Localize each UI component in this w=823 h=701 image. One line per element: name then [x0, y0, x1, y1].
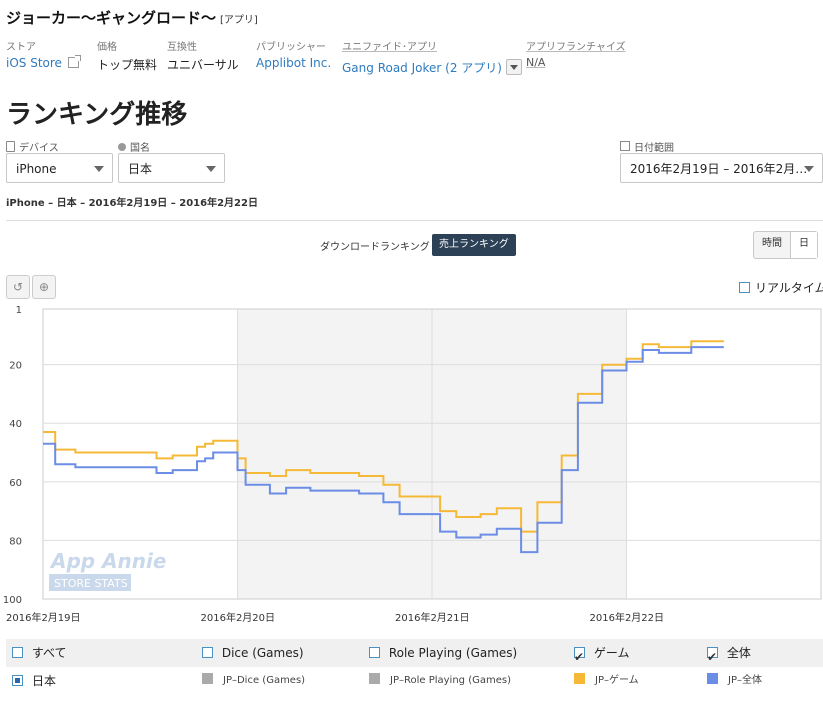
store-value: iOS Store [6, 56, 62, 70]
x-tick-label: 2016年2月21日 [395, 611, 470, 624]
legend-label: Role Playing (Games) [388, 646, 518, 660]
unified-app-dropdown-icon[interactable] [505, 59, 522, 75]
x-tick-label: 2016年2月19日 [6, 611, 81, 624]
checkbox[interactable] [369, 647, 380, 658]
unified-app-value: Gang Road Joker (2 アプリ) [342, 61, 502, 75]
x-tick-label: 2016年2月20日 [201, 611, 276, 624]
chevron-down-icon [94, 166, 104, 172]
checkbox[interactable] [202, 647, 213, 658]
legend-label: JP–全体 [728, 675, 762, 686]
chevron-down-icon [804, 166, 814, 172]
compat-value: ユニバーサル [167, 58, 239, 72]
price-value: トップ無料 [97, 58, 158, 72]
legend-japan[interactable]: 日本 [12, 667, 56, 695]
device-select-value: iPhone [16, 162, 57, 176]
date-range-label: 日付範囲 [620, 139, 674, 154]
day-button[interactable]: 日 [790, 232, 817, 258]
hour-button[interactable]: 時間 [754, 232, 790, 258]
realtime-checkbox[interactable] [739, 282, 750, 293]
legend-role-playing-games[interactable]: Role Playing (Games) [369, 639, 517, 667]
legend-label: JP–ゲーム [595, 675, 639, 686]
legend-label: すべて [31, 646, 67, 660]
legend-jp-role-playing[interactable]: JP–Role Playing (Games) [369, 667, 511, 695]
y-axis-ticks: 1 20 40 60 80 100 [3, 305, 22, 606]
legend-jp-games[interactable]: JP–ゲーム [574, 667, 639, 695]
series-legend-row: 日本 JP–Dice (Games) JP–Role Playing (Game… [6, 667, 823, 695]
swatch-yellow [574, 673, 585, 684]
x-axis-ticks: 2016年2月19日 2016年2月20日 2016年2月21日 2016年2月22日 [6, 611, 664, 624]
globe-icon [118, 143, 126, 151]
divider [6, 220, 823, 221]
realtime-toggle[interactable]: リアルタイム [739, 279, 823, 296]
revenue-ranking-tab[interactable]: 売上ランキング [432, 234, 516, 256]
checkbox-checked[interactable] [574, 643, 585, 671]
downloads-ranking-tab[interactable]: ダウンロードランキング [320, 238, 430, 253]
legend-label: 日本 [32, 674, 57, 688]
granularity-toggle: 時間 日 [753, 231, 818, 259]
swatch-gray [202, 673, 213, 684]
y-tick-label: 100 [3, 595, 22, 606]
device-label: デバイス [6, 139, 59, 154]
y-tick-label: 20 [9, 361, 22, 372]
watermark-sub: STORE STATS [54, 577, 128, 590]
watermark-brand: App Annie [49, 549, 166, 573]
price-label: 価格 [97, 42, 117, 53]
legend-label: 全体 [726, 646, 751, 660]
publisher-label: パブリッシャー [256, 42, 326, 53]
y-tick-label: 1 [16, 305, 22, 316]
store-link[interactable]: iOS Store [6, 55, 81, 70]
legend-games[interactable]: ゲーム [574, 639, 630, 671]
country-select-value: 日本 [128, 162, 153, 176]
date-range-value: 2016年2月19日 – 2016年2月… [630, 162, 808, 176]
app-title: ジョーカー〜ギャングロード〜 [アプリ] [6, 7, 258, 28]
swatch-gray [369, 673, 380, 684]
legend-label: ゲーム [593, 646, 630, 660]
legend-overall[interactable]: 全体 [707, 639, 751, 671]
checkbox[interactable] [12, 647, 23, 658]
publisher-link[interactable]: Applibot Inc. [256, 56, 331, 70]
realtime-label: リアルタイム [755, 281, 823, 295]
y-tick-label: 80 [9, 536, 22, 547]
reset-icon: ↺ [12, 280, 24, 294]
app-type-tag: [アプリ] [220, 15, 258, 26]
franchise-label: アプリフランチャイズ [526, 42, 626, 53]
app-name: ジョーカー〜ギャングロード〜 [6, 9, 217, 27]
ranking-chart: 120406080100 2016年2月19日 2016年2月20日 2016年2月… [3, 305, 822, 624]
zoom-icon: ⊕ [38, 280, 50, 294]
filter-summary: iPhone – 日本 – 2016年2月19日 – 2016年2月22日 [6, 198, 258, 209]
country-label: 国名 [118, 139, 150, 154]
device-icon [6, 141, 15, 152]
category-legend-row: すべて Dice (Games) Role Playing (Games) ゲー… [6, 639, 823, 671]
device-select[interactable]: iPhone [6, 153, 113, 183]
legend-dice-games[interactable]: Dice (Games) [202, 639, 304, 667]
legend-jp-overall[interactable]: JP–全体 [707, 667, 762, 695]
country-select[interactable]: 日本 [118, 153, 225, 183]
external-link-icon [67, 55, 81, 68]
y-tick-label: 60 [9, 478, 22, 489]
unified-app-label: ユニファイド･アプリ [342, 42, 437, 53]
legend-label: Dice (Games) [221, 646, 304, 660]
radio-selected[interactable] [12, 675, 23, 686]
y-tick-label: 40 [9, 419, 22, 430]
reset-zoom-button[interactable]: ↺ [6, 275, 30, 299]
legend-label: JP–Dice (Games) [223, 675, 306, 686]
franchise-value: N/A [526, 56, 546, 69]
chevron-down-icon [206, 166, 216, 172]
legend-jp-dice[interactable]: JP–Dice (Games) [202, 667, 305, 695]
legend-label: JP–Role Playing (Games) [390, 675, 511, 686]
unified-app-link[interactable]: Gang Road Joker (2 アプリ) [342, 56, 522, 76]
calendar-icon [620, 141, 630, 151]
x-tick-label: 2016年2月22日 [590, 611, 665, 624]
swatch-blue [707, 673, 718, 684]
store-label: ストア [6, 42, 36, 53]
legend-all[interactable]: すべて [12, 639, 67, 667]
zoom-button[interactable]: ⊕ [32, 275, 56, 299]
compat-label: 互換性 [167, 42, 197, 53]
date-range-select[interactable]: 2016年2月19日 – 2016年2月… [620, 153, 823, 183]
checkbox-checked[interactable] [707, 643, 718, 671]
section-title: ランキング推移 [6, 100, 188, 130]
